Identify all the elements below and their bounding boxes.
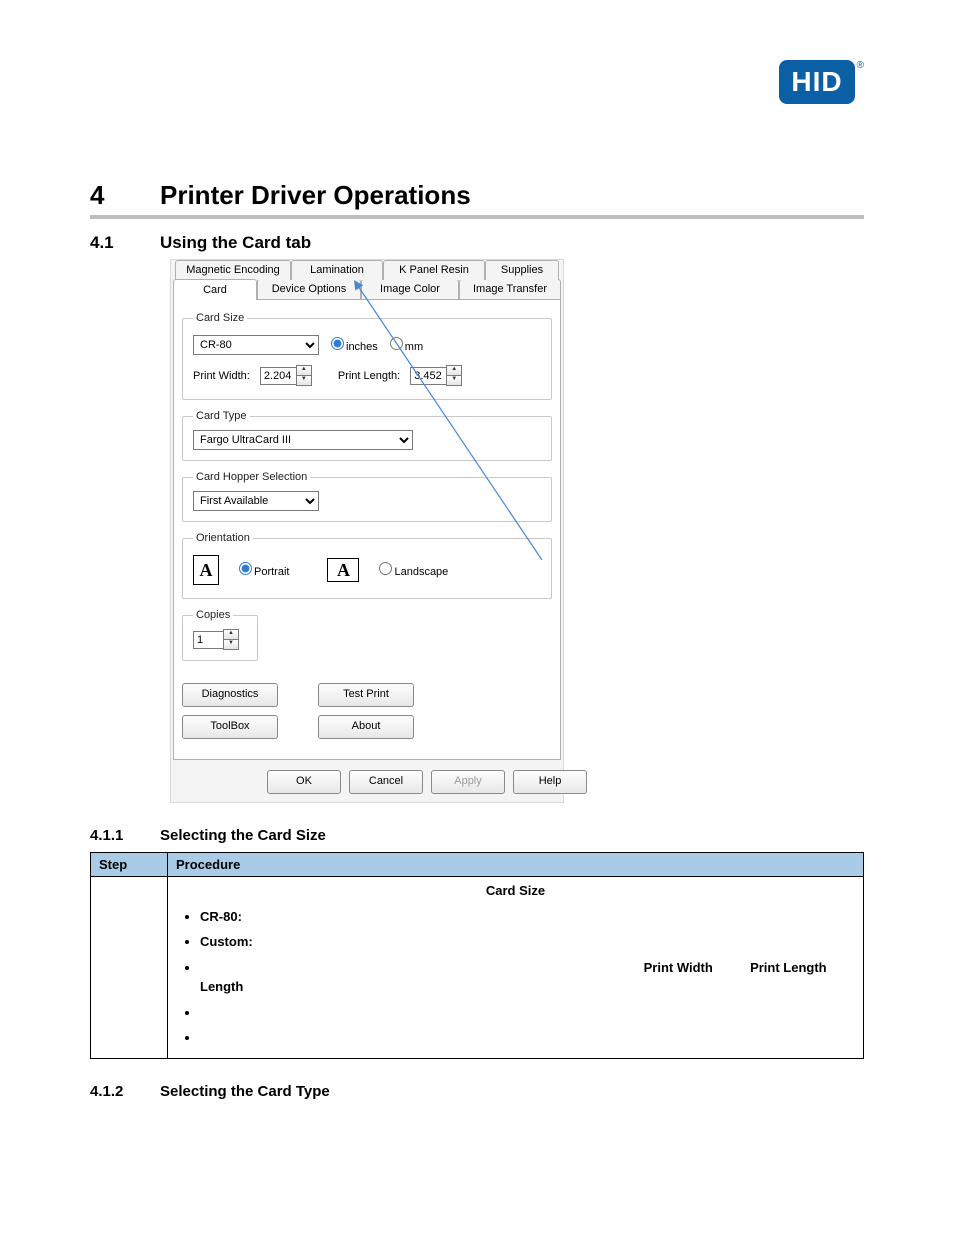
print-width-spinner[interactable]: ▲▼ (260, 365, 312, 386)
procedure-cell: Card Size CR-80: Custom: Print Width Pri… (168, 877, 864, 1059)
radio-mm-label[interactable]: mm (384, 337, 423, 353)
radio-inches[interactable] (331, 337, 344, 350)
diagnostics-button[interactable]: Diagnostics (182, 683, 278, 707)
legend-card-type: Card Type (193, 410, 250, 422)
print-length-label: Print Length: (338, 370, 400, 382)
tab-image-transfer[interactable]: Image Transfer (459, 279, 561, 299)
print-length-input[interactable] (410, 367, 446, 385)
spin-up-icon[interactable]: ▲ (223, 629, 239, 639)
chapter-number: 4 (90, 180, 160, 211)
col-step: Step (91, 853, 168, 877)
card-type-select[interactable]: Fargo UltraCard III (193, 430, 413, 450)
spin-down-icon[interactable]: ▼ (223, 639, 239, 650)
tab-card[interactable]: Card (173, 279, 257, 300)
subsection-4-1-2-heading: 4.1.2Selecting the Card Type (90, 1083, 864, 1100)
chapter-heading: 4Printer Driver Operations (90, 180, 864, 211)
tab-image-color[interactable]: Image Color (361, 279, 459, 299)
section-4-1-heading: 4.1Using the Card tab (90, 233, 864, 253)
portrait-icon: A (193, 555, 219, 585)
chapter-title: Printer Driver Operations (160, 180, 471, 210)
radio-landscape[interactable] (379, 562, 392, 575)
radio-mm[interactable] (390, 337, 403, 350)
apply-button[interactable]: Apply (431, 770, 505, 794)
subsection-title: Selecting the Card Size (160, 827, 326, 844)
card-size-select[interactable]: CR-80 (193, 335, 319, 355)
spin-up-icon[interactable]: ▲ (446, 365, 462, 375)
legend-card-size: Card Size (193, 312, 247, 324)
bullet-4 (200, 1003, 855, 1023)
section-title: Using the Card tab (160, 233, 311, 252)
copies-input[interactable] (193, 631, 223, 649)
bullet-cr80: CR-80: (200, 909, 242, 924)
cancel-button[interactable]: Cancel (349, 770, 423, 794)
print-width-label: Print Width: (193, 370, 250, 382)
step-cell (91, 877, 168, 1059)
spin-down-icon[interactable]: ▼ (296, 375, 312, 386)
logo-text: HID (791, 66, 842, 97)
group-copies: Copies ▲▼ (182, 609, 258, 661)
bullet-5 (200, 1028, 855, 1048)
test-print-button[interactable]: Test Print (318, 683, 414, 707)
subsection-title: Selecting the Card Type (160, 1083, 330, 1100)
bullet-print-width-length: Print Width Print Length Length (200, 958, 855, 997)
subsection-4-1-1-heading: 4.1.1Selecting the Card Size (90, 827, 864, 844)
ok-button[interactable]: OK (267, 770, 341, 794)
col-procedure: Procedure (168, 853, 864, 877)
hid-logo: HID® (779, 60, 864, 104)
legend-hopper: Card Hopper Selection (193, 471, 310, 483)
printer-dialog: Magnetic Encoding Lamination K Panel Res… (170, 259, 564, 803)
divider (90, 215, 864, 219)
tab-device-options[interactable]: Device Options (257, 279, 361, 299)
section-number: 4.1 (90, 233, 160, 253)
radio-portrait-label[interactable]: Portrait (233, 562, 289, 578)
landscape-icon: A (327, 558, 359, 582)
tab-k-panel-resin[interactable]: K Panel Resin (383, 260, 485, 280)
tab-supplies[interactable]: Supplies (485, 260, 559, 280)
about-button[interactable]: About (318, 715, 414, 739)
spin-down-icon[interactable]: ▼ (446, 375, 462, 386)
group-hopper: Card Hopper Selection First Available (182, 471, 552, 522)
print-length-spinner[interactable]: ▲▼ (410, 365, 462, 386)
radio-landscape-label[interactable]: Landscape (373, 562, 448, 578)
help-button[interactable]: Help (513, 770, 587, 794)
copies-spinner[interactable]: ▲▼ (193, 629, 239, 650)
toolbox-button[interactable]: ToolBox (182, 715, 278, 739)
group-card-type: Card Type Fargo UltraCard III (182, 410, 552, 461)
tab-magnetic-encoding[interactable]: Magnetic Encoding (175, 260, 291, 280)
group-card-size: Card Size CR-80 inches mm Print Width: ▲… (182, 312, 552, 400)
radio-inches-label[interactable]: inches (325, 337, 378, 353)
subsection-number: 4.1.1 (90, 827, 160, 844)
legend-orientation: Orientation (193, 532, 253, 544)
content-heading: Card Size (176, 881, 855, 901)
tab-lamination[interactable]: Lamination (291, 260, 383, 280)
procedure-table-4-1-1: Step Procedure Card Size CR-80: Custom: … (90, 852, 864, 1059)
hopper-select[interactable]: First Available (193, 491, 319, 511)
card-panel: Card Size CR-80 inches mm Print Width: ▲… (173, 299, 561, 760)
legend-copies: Copies (193, 609, 233, 621)
bullet-custom: Custom: (200, 934, 253, 949)
radio-portrait[interactable] (239, 562, 252, 575)
print-width-input[interactable] (260, 367, 296, 385)
group-orientation: Orientation A Portrait A Landscape (182, 532, 552, 599)
subsection-number: 4.1.2 (90, 1083, 160, 1100)
spin-up-icon[interactable]: ▲ (296, 365, 312, 375)
